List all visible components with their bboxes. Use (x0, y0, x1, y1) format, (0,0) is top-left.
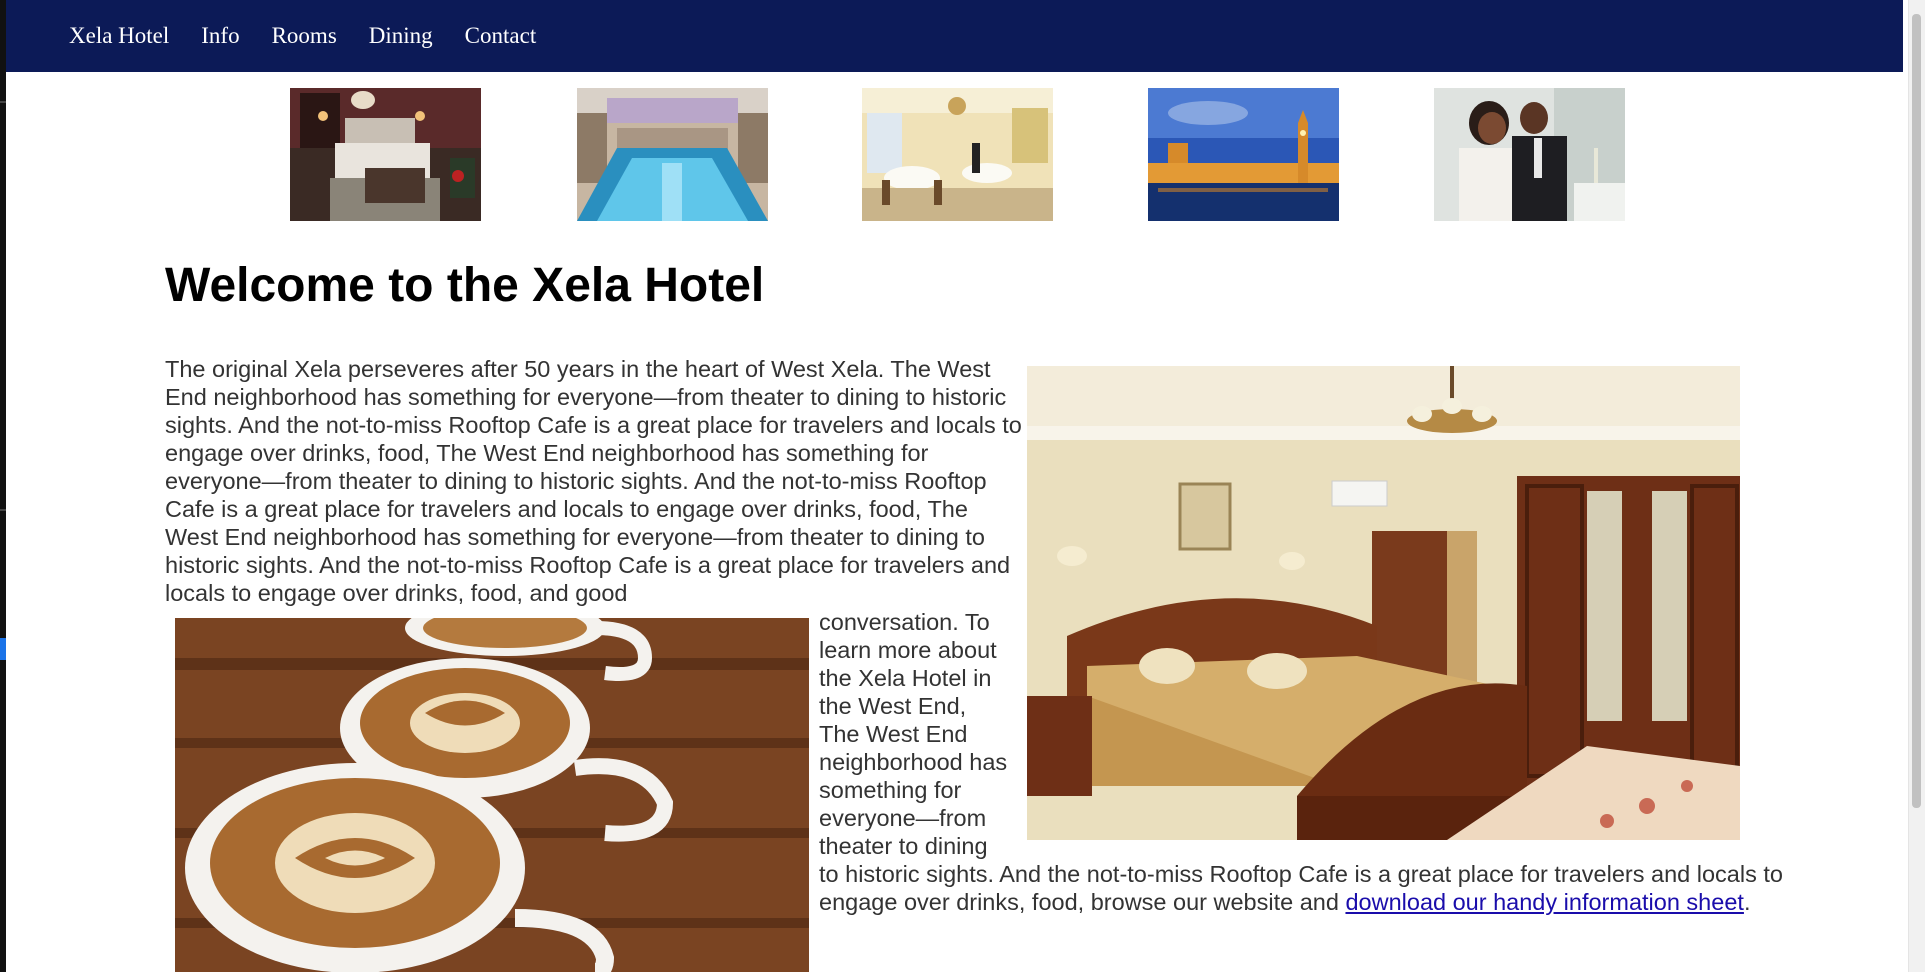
dining-room-image (862, 88, 1053, 221)
latte-art-photo (175, 618, 809, 972)
bedroom-image (1027, 366, 1740, 840)
thumbnail-parliament (1148, 88, 1339, 221)
nav-list: Xela Hotel Info Rooms Dining Contact (69, 0, 568, 72)
page-title: Welcome to the Xela Hotel (165, 259, 765, 312)
nav-item-rooms: Rooms (272, 23, 337, 49)
nav-link-dining[interactable]: Dining (369, 23, 433, 48)
intro-paragraph: The original Xela perseveres after 50 ye… (165, 355, 1025, 607)
thumbnail-pool (577, 88, 768, 221)
sentence-end: . (1743, 889, 1751, 915)
edge-line (0, 509, 6, 511)
intro-text: The original Xela perseveres after 50 ye… (165, 356, 1022, 606)
intro-text-narrow: conversation. To learn more about the Xe… (819, 609, 1008, 859)
intro-paragraph-narrow: conversation. To learn more about the Xe… (819, 608, 1009, 860)
nav-link-home[interactable]: Xela Hotel (69, 23, 169, 48)
top-navbar: Xela Hotel Info Rooms Dining Contact (6, 0, 1903, 72)
indoor-pool-image (577, 88, 768, 221)
nav-item-home: Xela Hotel (69, 23, 169, 49)
bedroom-photo (1027, 366, 1740, 840)
download-info-sheet-link[interactable]: download our handy information sheet (1345, 889, 1743, 915)
intro-paragraph-bottom: to historic sights. And the not-to-miss … (819, 860, 1819, 916)
thumbnail-hotel-room (290, 88, 481, 221)
nav-item-info: Info (201, 23, 239, 49)
nav-item-contact: Contact (465, 23, 537, 49)
thumbnail-strip (0, 88, 1925, 221)
nav-link-rooms[interactable]: Rooms (272, 23, 337, 48)
couple-dining-image (1434, 88, 1625, 221)
thumbnail-couple (1434, 88, 1625, 221)
parliament-night-image (1148, 88, 1339, 221)
hotel-room-image (290, 88, 481, 221)
nav-link-info[interactable]: Info (201, 23, 239, 48)
nav-link-contact[interactable]: Contact (465, 23, 537, 48)
nav-item-dining: Dining (369, 23, 433, 49)
page-scrollbar[interactable] (1908, 0, 1925, 972)
scrollbar-thumb[interactable] (1912, 14, 1921, 808)
thumbnail-dining (862, 88, 1053, 221)
coffee-image (175, 618, 809, 972)
edge-marker (0, 638, 6, 660)
